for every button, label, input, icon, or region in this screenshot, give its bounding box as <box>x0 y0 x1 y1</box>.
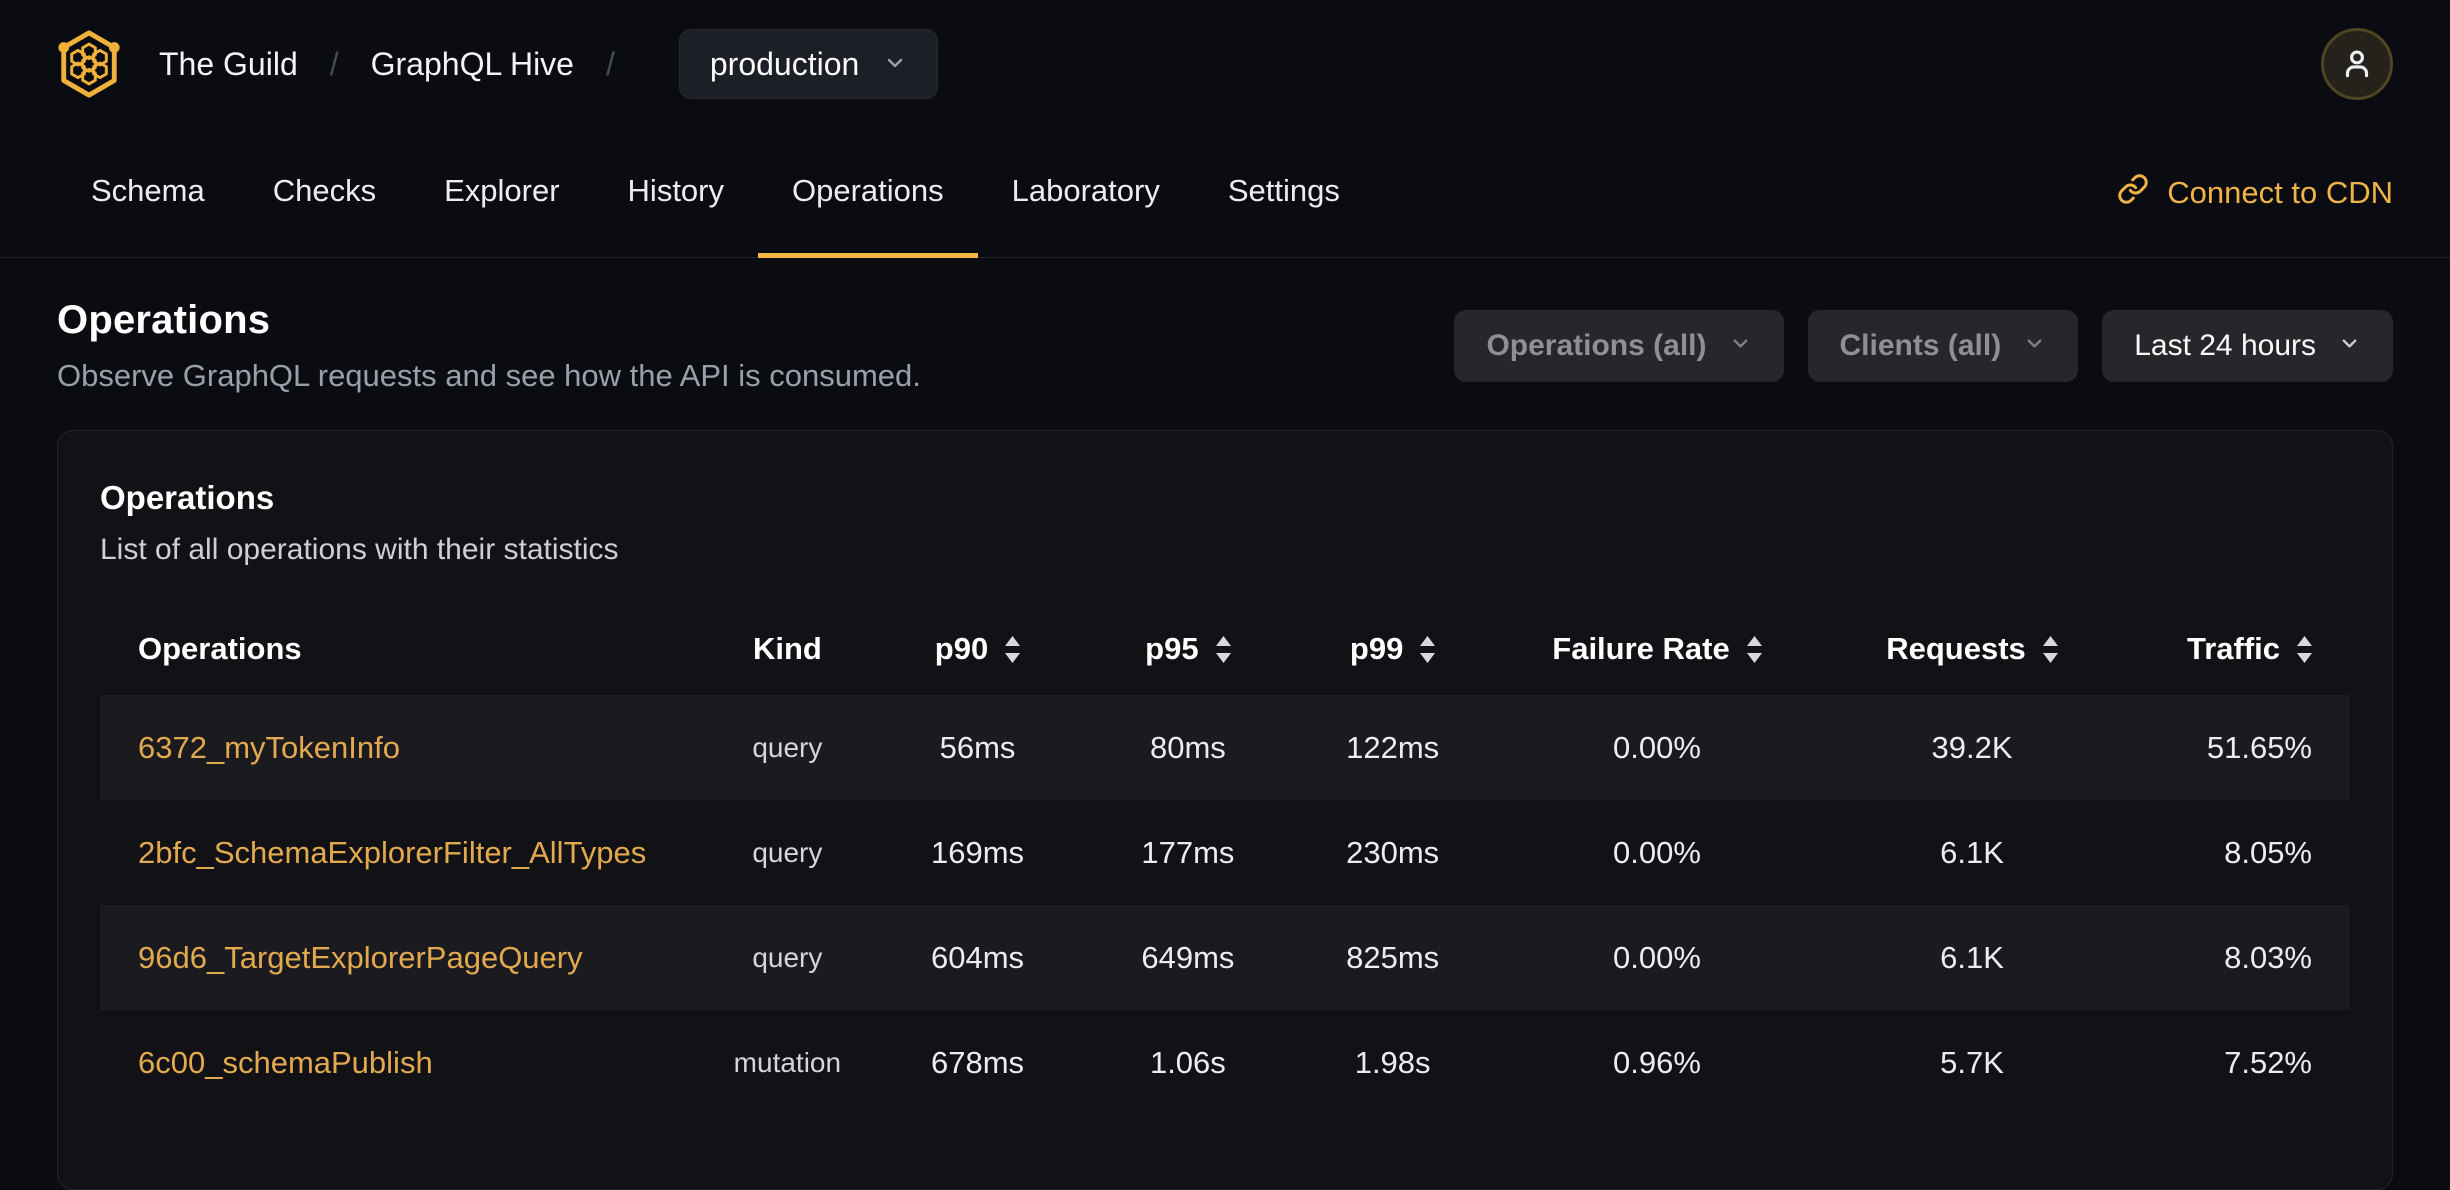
table-row: 96d6_TargetExplorerPageQuery query 604ms… <box>100 905 2350 1010</box>
tab-schema[interactable]: Schema <box>57 128 239 258</box>
chevron-down-icon <box>1729 329 1752 363</box>
tab-operations[interactable]: Operations <box>758 128 978 258</box>
tab-history[interactable]: History <box>594 128 758 258</box>
sort-arrows-icon <box>1005 635 1021 663</box>
p95-value: 80ms <box>1149 729 1226 765</box>
requests-value: 6.1K <box>1940 939 2004 975</box>
operations-filter-dropdown[interactable]: Operations (all) <box>1454 310 1784 382</box>
col-header-traffic[interactable]: Traffic <box>2127 603 2350 695</box>
p90-value: 604ms <box>930 939 1025 975</box>
traffic-value: 7.52% <box>2224 1044 2312 1080</box>
sort-arrows-icon <box>2042 635 2058 663</box>
operation-kind: mutation <box>733 1046 842 1078</box>
tab-settings[interactable]: Settings <box>1194 128 1374 258</box>
page-subtitle: Observe GraphQL requests and see how the… <box>57 358 921 393</box>
failure-rate-value: 0.00% <box>1613 729 1701 765</box>
main-content: Operations Observe GraphQL requests and … <box>0 298 2450 1190</box>
operations-table-head: Operations Kind p90 p95 p99 Failure Rate… <box>100 603 2350 695</box>
link-icon <box>2117 173 2149 213</box>
app-header: The Guild / GraphQL Hive / production <box>0 0 2450 128</box>
clients-filter-label: Clients (all) <box>1839 329 2002 362</box>
traffic-value: 8.03% <box>2224 939 2312 975</box>
traffic-value: 51.65% <box>2206 729 2312 765</box>
sort-arrows-icon <box>1746 635 1762 663</box>
target-selector[interactable]: production <box>678 29 939 99</box>
operation-link[interactable]: 2bfc_SchemaExplorerFilter_AllTypes <box>138 835 646 870</box>
target-nav: Schema Checks Explorer History Operation… <box>0 128 2450 258</box>
operations-table: Operations Kind p90 p95 p99 Failure Rate… <box>100 603 2350 1115</box>
col-header-p90[interactable]: p90 <box>867 603 1088 695</box>
operations-filter-label: Operations (all) <box>1486 329 1707 362</box>
sort-arrows-icon <box>1420 635 1436 663</box>
failure-rate-value: 0.96% <box>1613 1044 1701 1080</box>
page-title-block: Operations Observe GraphQL requests and … <box>57 298 921 394</box>
failure-rate-value: 0.00% <box>1613 834 1701 870</box>
col-header-p99[interactable]: p99 <box>1288 603 1497 695</box>
table-row: 6372_myTokenInfo query 56ms 80ms 122ms 0… <box>100 695 2350 800</box>
operation-kind: query <box>752 836 823 868</box>
connect-to-cdn-link[interactable]: Connect to CDN <box>2117 128 2393 257</box>
traffic-value: 8.05% <box>2224 834 2312 870</box>
operation-link[interactable]: 96d6_TargetExplorerPageQuery <box>138 940 583 975</box>
page-title: Operations <box>57 298 271 342</box>
requests-value: 39.2K <box>1931 729 2013 765</box>
tab-checks[interactable]: Checks <box>239 128 410 258</box>
p99-value: 1.98s <box>1354 1044 1431 1080</box>
breadcrumb-separator: / <box>329 45 339 82</box>
clients-filter-dropdown[interactable]: Clients (all) <box>1807 310 2079 382</box>
operation-kind: query <box>752 731 823 763</box>
target-selector-value: production <box>709 45 860 82</box>
p95-value: 649ms <box>1141 939 1235 975</box>
col-header-p95[interactable]: p95 <box>1088 603 1288 695</box>
breadcrumb-separator: / <box>605 45 615 82</box>
user-menu-button[interactable] <box>2321 28 2393 100</box>
p99-value: 825ms <box>1346 939 1440 975</box>
col-header-kind: Kind <box>752 631 822 666</box>
failure-rate-value: 0.00% <box>1613 939 1701 975</box>
chevron-down-icon <box>2023 329 2046 363</box>
chevron-down-icon <box>2338 329 2361 363</box>
hive-logo-icon[interactable] <box>57 29 121 99</box>
col-header-operations: Operations <box>138 631 302 666</box>
breadcrumb-org[interactable]: The Guild <box>159 46 298 83</box>
breadcrumb: The Guild / GraphQL Hive / <box>159 46 647 83</box>
card-title: Operations <box>100 479 275 516</box>
col-header-failure-rate[interactable]: Failure Rate <box>1497 603 1817 695</box>
tab-laboratory[interactable]: Laboratory <box>978 128 1194 258</box>
sort-arrows-icon <box>2297 635 2312 663</box>
p95-value: 1.06s <box>1149 1044 1226 1080</box>
period-filter-label: Last 24 hours <box>2134 329 2316 362</box>
requests-value: 6.1K <box>1940 834 2004 870</box>
p99-value: 122ms <box>1346 729 1440 765</box>
p99-value: 230ms <box>1346 834 1440 870</box>
operations-table-body: 6372_myTokenInfo query 56ms 80ms 122ms 0… <box>100 695 2350 1115</box>
card-subtitle: List of all operations with their statis… <box>100 533 619 566</box>
p90-value: 678ms <box>930 1044 1025 1080</box>
table-row: 2bfc_SchemaExplorerFilter_AllTypes query… <box>100 800 2350 905</box>
p90-value: 169ms <box>930 834 1025 870</box>
table-row: 6c00_schemaPublish mutation 678ms 1.06s … <box>100 1010 2350 1115</box>
connect-to-cdn-label: Connect to CDN <box>2167 174 2393 210</box>
p95-value: 177ms <box>1141 834 1235 870</box>
operation-link[interactable]: 6372_myTokenInfo <box>138 730 400 765</box>
requests-value: 5.7K <box>1940 1044 2004 1080</box>
period-filter-dropdown[interactable]: Last 24 hours <box>2102 310 2393 382</box>
operations-card: Operations List of all operations with t… <box>57 430 2393 1190</box>
chevron-down-icon <box>883 46 907 83</box>
operation-kind: query <box>752 941 823 973</box>
user-icon <box>2338 44 2376 85</box>
tab-explorer[interactable]: Explorer <box>410 128 593 258</box>
filters: Operations (all) Clients (all) Last 24 h… <box>1454 310 2393 382</box>
breadcrumb-project[interactable]: GraphQL Hive <box>371 46 574 83</box>
sort-arrows-icon <box>1215 635 1231 663</box>
col-header-requests[interactable]: Requests <box>1817 603 2128 695</box>
page-header: Operations Observe GraphQL requests and … <box>57 298 2393 394</box>
operation-link[interactable]: 6c00_schemaPublish <box>138 1045 433 1080</box>
p90-value: 56ms <box>939 729 1016 765</box>
